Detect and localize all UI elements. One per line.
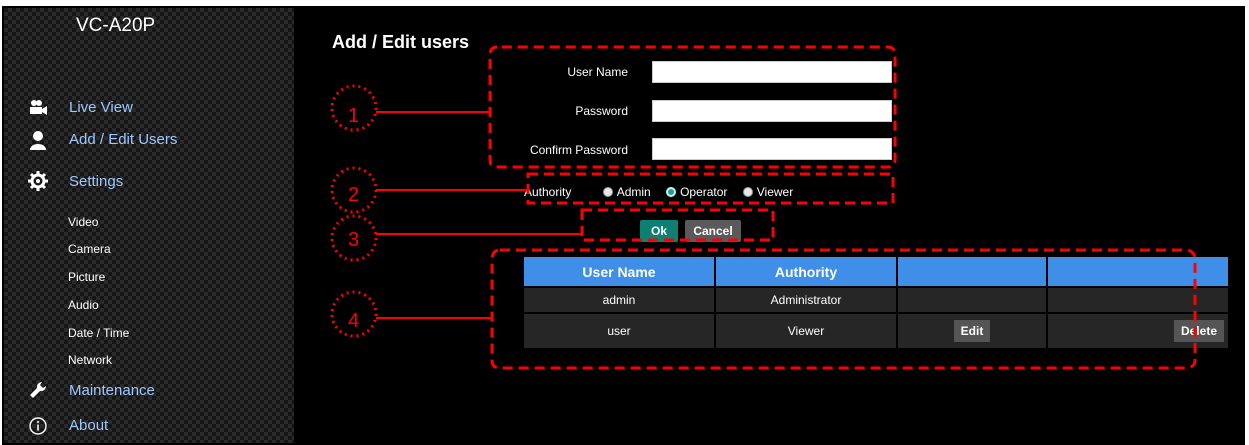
column-header-authority: Authority [716,257,896,286]
cancel-button[interactable]: Cancel [685,220,741,242]
sidebar-item-live-view[interactable]: Live View [69,99,133,116]
operator-radio[interactable] [666,186,677,197]
wrench-icon [30,381,47,398]
page-title: Add / Edit users [332,32,470,52]
app-window: VC-A20P Live View Add / Edit Users Setti… [2,6,1245,445]
sidebar-subitem-video[interactable]: Video [68,215,98,229]
viewer-radio[interactable] [742,186,753,197]
sidebar-item-add-edit-users[interactable]: Add / Edit Users [69,131,177,148]
admin-radio-label: Admin [616,184,651,199]
ok-button[interactable]: Ok [640,220,678,242]
video-camera-icon [30,100,47,115]
operator-radio-label: Operator [680,184,728,199]
table-cell-authority: Administrator [716,288,896,312]
password-label: Password [575,104,628,118]
edit-button[interactable]: Edit [953,320,991,342]
table-cell-edit [898,288,1046,312]
column-header-user-name: User Name [524,257,714,286]
info-icon [29,417,47,435]
main-panel: Add / Edit users User Name Password Conf… [294,8,1243,443]
confirm-password-input[interactable] [652,138,892,160]
table-cell-delete: Delete [1048,314,1228,348]
user-name-label: User Name [567,65,628,79]
sidebar-item-maintenance[interactable]: Maintenance [69,382,155,399]
sidebar-item-settings[interactable]: Settings [69,173,123,190]
table-header-row: User Name Authority [524,257,1228,286]
user-name-input[interactable] [652,61,892,83]
table-cell-authority: Viewer [716,314,896,348]
table-cell-delete [1048,288,1228,312]
column-header-delete [1048,257,1228,286]
delete-button[interactable]: Delete [1173,320,1224,342]
sidebar-subitem-date-time[interactable]: Date / Time [68,326,129,340]
authority-label: Authority [524,184,572,199]
table-row: user Viewer Edit Delete [524,314,1228,348]
table-cell-edit: Edit [898,314,1046,348]
gear-icon [28,171,48,191]
sidebar-subitem-camera[interactable]: Camera [68,242,111,256]
authority-radio-group: Authority Admin Operator Viewer [524,184,793,199]
confirm-password-label: Confirm Password [529,143,628,157]
viewer-radio-label: Viewer [756,184,794,199]
users-table: User Name Authority admin Administrator … [522,255,1230,350]
column-header-edit [898,257,1046,286]
table-row: admin Administrator [524,288,1228,312]
table-cell-user: user [524,314,714,348]
user-icon [30,131,46,150]
password-input[interactable] [652,100,892,122]
sidebar-item-about[interactable]: About [69,417,108,434]
admin-radio[interactable] [602,186,613,197]
table-cell-user: admin [524,288,714,312]
sidebar-subitem-picture[interactable]: Picture [68,270,105,284]
sidebar-subitem-network[interactable]: Network [68,353,112,367]
sidebar: VC-A20P Live View Add / Edit Users Setti… [4,8,294,443]
model-name: VC-A20P [76,15,156,36]
sidebar-subitem-audio[interactable]: Audio [68,298,99,312]
